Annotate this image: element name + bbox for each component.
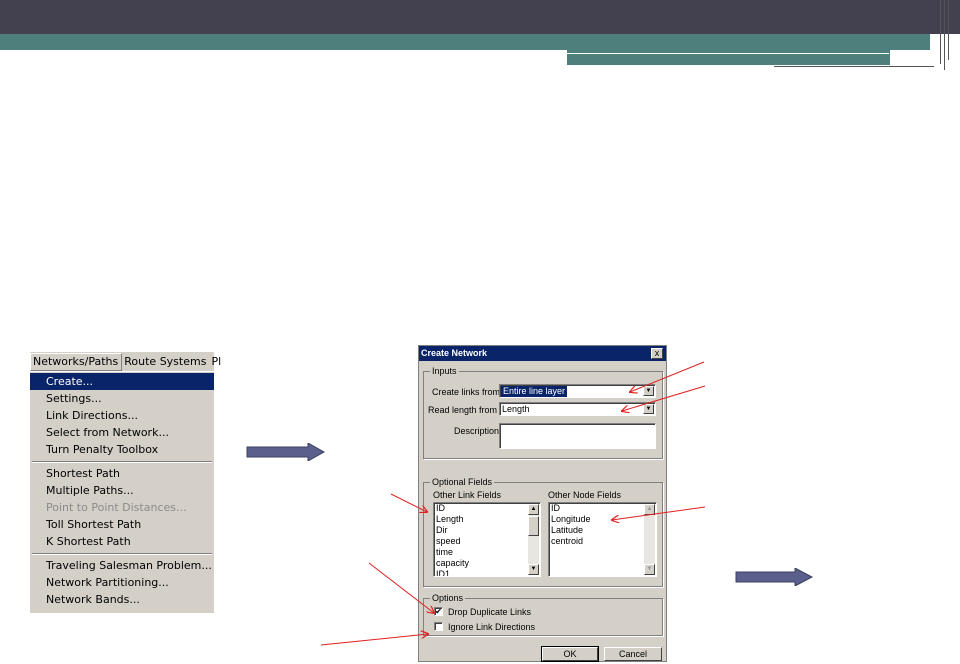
list-item[interactable]: capacity — [434, 558, 540, 569]
options-group-label: Options — [430, 593, 466, 604]
cancel-button[interactable]: Cancel — [604, 647, 662, 661]
inputs-group-label: Inputs — [430, 366, 459, 377]
dialog-title: Create Network — [421, 348, 488, 358]
menu-item-shortest-path[interactable]: Shortest Path — [30, 465, 214, 482]
right-arrow-icon — [246, 443, 326, 461]
description-field[interactable] — [499, 423, 656, 449]
menu-item-k-shortest-path[interactable]: K Shortest Path — [30, 533, 214, 550]
menubar-route-systems[interactable]: Route Systems — [122, 352, 209, 372]
menu-bar: Networks/Paths Route Systems Pl — [30, 352, 221, 372]
list-item[interactable]: ID1 — [434, 569, 540, 576]
menu-item-multiple-paths[interactable]: Multiple Paths... — [30, 482, 214, 499]
header-vertical-line — [940, 0, 941, 64]
node-fields-scrollbar[interactable]: ▲ ▼ — [644, 504, 655, 575]
header-rule-lower — [774, 66, 934, 67]
scroll-down-icon[interactable]: ▼ — [528, 564, 539, 575]
list-item[interactable]: ID — [434, 503, 540, 514]
header-rule — [567, 53, 889, 54]
menu-item-network-partitioning[interactable]: Network Partitioning... — [30, 574, 214, 591]
scroll-up-icon[interactable]: ▲ — [528, 504, 539, 515]
annotation-arrow — [320, 634, 428, 646]
create-links-value: Entire line layer — [501, 386, 568, 397]
list-item[interactable]: Longitude — [549, 514, 656, 525]
scroll-thumb[interactable] — [528, 516, 539, 536]
menubar-networks-paths[interactable]: Networks/Paths — [30, 352, 123, 371]
ignore-directions-label: Ignore Link Directions — [448, 622, 536, 632]
menu-item-traveling-salesman[interactable]: Traveling Salesman Problem... — [30, 557, 214, 574]
menu-item-point-to-point-distances: Point to Point Distances... — [46, 501, 187, 514]
menu-item-select-from-network[interactable]: Select from Network... — [30, 424, 214, 441]
list-item[interactable]: centroid — [549, 536, 656, 547]
dropdown-arrow-icon[interactable]: ▼ — [643, 404, 654, 414]
menu-separator — [30, 458, 214, 465]
scroll-up-icon: ▲ — [644, 504, 655, 515]
create-links-select[interactable]: Entire line layer ▼ — [499, 384, 656, 398]
dialog-titlebar[interactable]: Create Network x — [419, 346, 666, 361]
list-item[interactable]: time — [434, 547, 540, 558]
menu-item-create[interactable]: Create... — [30, 373, 214, 390]
menu-item-settings[interactable]: Settings... — [30, 390, 214, 407]
menu-item-turn-penalty-toolbox[interactable]: Turn Penalty Toolbox — [30, 441, 214, 458]
menubar-pl[interactable]: Pl — [209, 352, 224, 372]
description-label: Description — [454, 426, 500, 436]
create-network-dialog: Create Network x Inputs Create links fro… — [418, 345, 667, 662]
list-item[interactable]: Dir — [434, 525, 540, 536]
header-vertical-line — [944, 0, 945, 70]
scroll-down-icon: ▼ — [644, 564, 655, 575]
networks-paths-menu: Networks/Paths Route Systems Pl Create..… — [30, 352, 221, 613]
read-length-value: Length — [502, 404, 530, 414]
header-dark-band — [0, 0, 960, 34]
list-item[interactable]: Length — [434, 514, 540, 525]
list-item[interactable]: ID — [549, 503, 656, 514]
link-fields-list[interactable]: ID Length Dir speed time capacity ID1 ▲ … — [433, 502, 541, 577]
drop-duplicates-checkbox[interactable]: ✔ — [434, 607, 443, 616]
menu-item-link-directions[interactable]: Link Directions... — [30, 407, 214, 424]
read-length-select[interactable]: Length ▼ — [499, 402, 656, 416]
link-fields-label: Other Link Fields — [433, 490, 502, 500]
ignore-directions-checkbox[interactable] — [434, 622, 443, 631]
menu-item-toll-shortest-path[interactable]: Toll Shortest Path — [30, 516, 214, 533]
header-teal-band — [0, 34, 930, 50]
checkmark-icon: ✔ — [435, 607, 442, 616]
close-button[interactable]: x — [651, 348, 663, 359]
read-length-label: Read length from — [428, 405, 498, 415]
list-item[interactable]: speed — [434, 536, 540, 547]
link-fields-scrollbar[interactable]: ▲ ▼ — [528, 504, 539, 575]
menu-separator — [30, 550, 214, 557]
dropdown-arrow-icon[interactable]: ▼ — [643, 386, 654, 396]
list-item[interactable]: Latitude — [549, 525, 656, 536]
right-arrow-icon — [735, 568, 814, 586]
create-links-label: Create links from — [432, 387, 501, 397]
ok-button[interactable]: OK — [541, 646, 599, 662]
drop-duplicates-label: Drop Duplicate Links — [448, 607, 532, 617]
node-fields-list[interactable]: ID Longitude Latitude centroid ▲ ▼ — [548, 502, 657, 577]
menu-item-network-bands[interactable]: Network Bands... — [30, 591, 214, 608]
optional-fields-group-label: Optional Fields — [430, 477, 495, 488]
header-vertical-line — [948, 0, 949, 60]
node-fields-label: Other Node Fields — [548, 490, 622, 500]
